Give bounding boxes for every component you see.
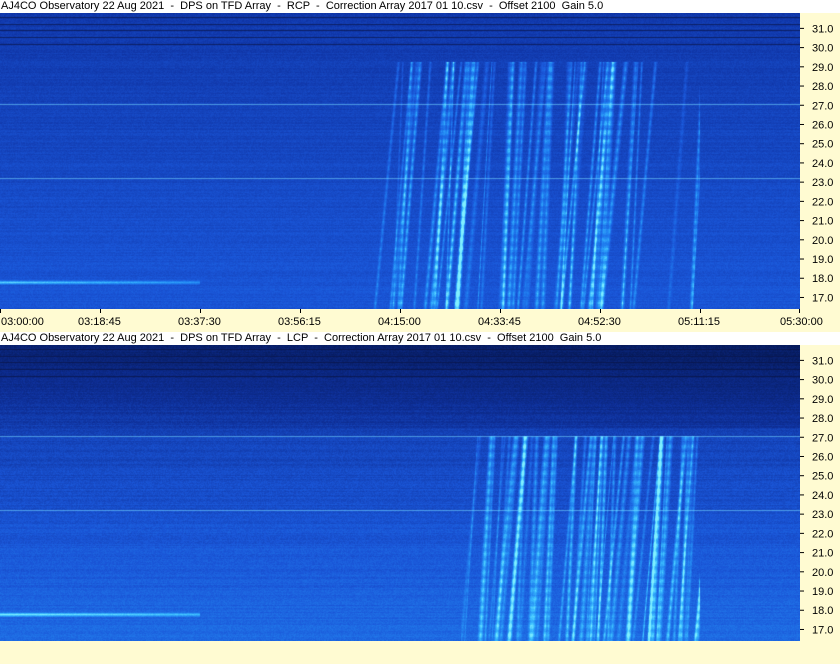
freq-tick-label: 20.0 [812,235,833,247]
freq-tick-label: 27.0 [812,100,833,112]
rcp-frequency-ticks: 17.0 18.0 19.0 20.0 21.0 22.0 23.0 24.0 25.0 26.0… [800,23,833,304]
rcp-spectrogram-canvas [0,13,800,309]
freq-tick-label: 24.0 [812,158,833,170]
freq-tick-label: 18.0 [812,605,833,617]
freq-tick-label: 21.0 [812,548,833,560]
freq-tick-label: 28.0 [812,413,833,425]
time-tick-label: 04:15:00 [378,316,421,328]
lcp-frequency-ticks: 17.0 18.0 19.0 20.0 21.0 22.0 23.0 24.0 25.0 26.0… [800,355,833,636]
time-tick-mark [300,309,301,313]
freq-tick-label: 23.0 [812,177,833,189]
freq-tick-label: 23.0 [812,509,833,521]
freq-tick-label: 17.0 [812,624,833,636]
time-tick-mark [799,309,800,313]
freq-tick-label: 21.0 [812,216,833,228]
freq-tick-label: 18.0 [812,273,833,285]
time-tick-label: 05:11:15 [678,316,721,328]
time-tick-mark [400,309,401,313]
freq-tick-label: 22.0 [812,528,833,540]
rcp-spectrogram [0,13,800,309]
time-tick-label: 03:37:30 [178,316,221,328]
freq-tick-label: 29.0 [812,394,833,406]
freq-tick-label: 19.0 [812,586,833,598]
freq-tick-label: 30.0 [812,375,833,387]
freq-tick-label: 17.0 [812,292,833,304]
time-tick-mark [200,309,201,313]
freq-tick-label: 22.0 [812,196,833,208]
time-tick-mark [700,309,701,313]
freq-tick-label: 27.0 [812,432,833,444]
time-tick-mark [500,309,501,313]
time-tick-label: 03:56:15 [278,316,321,328]
rcp-time-axis: 03:00:00 03:18:45 03:37:30 03:56:15 04:15:00… [0,309,840,330]
lcp-spectrogram-canvas [0,345,800,641]
time-tick-label: 04:52:30 [578,316,621,328]
time-tick-mark [0,309,1,313]
freq-tick-label: 26.0 [812,451,833,463]
time-tick-label: 03:00:00 [1,316,44,328]
rcp-frequency-axis: 17.0 18.0 19.0 20.0 21.0 22.0 23.0 24.0 25.0 26.0… [800,13,840,309]
freq-tick-label: 29.0 [812,62,833,74]
freq-tick-label: 26.0 [812,119,833,131]
freq-tick-label: 25.0 [812,471,833,483]
time-tick-label: 03:18:45 [78,316,121,328]
freq-tick-label: 19.0 [812,254,833,266]
lcp-spectrogram [0,345,800,641]
time-tick-label: 04:33:45 [478,316,521,328]
rcp-title: AJ4CO Observatory 22 Aug 2021 - DPS on T… [0,0,840,13]
time-tick-mark [100,309,101,313]
freq-tick-label: 30.0 [812,43,833,55]
freq-tick-label: 28.0 [812,81,833,93]
lcp-title: AJ4CO Observatory 22 Aug 2021 - DPS on T… [0,332,840,345]
time-tick-mark [600,309,601,313]
freq-tick-label: 24.0 [812,490,833,502]
freq-tick-label: 25.0 [812,139,833,151]
lcp-frequency-axis: 17.0 18.0 19.0 20.0 21.0 22.0 23.0 24.0 25.0 26.0… [800,345,840,641]
freq-tick-label: 31.0 [812,23,833,35]
time-tick-label: 05:30:00 [780,316,823,328]
freq-tick-label: 20.0 [812,567,833,579]
freq-tick-label: 31.0 [812,355,833,367]
